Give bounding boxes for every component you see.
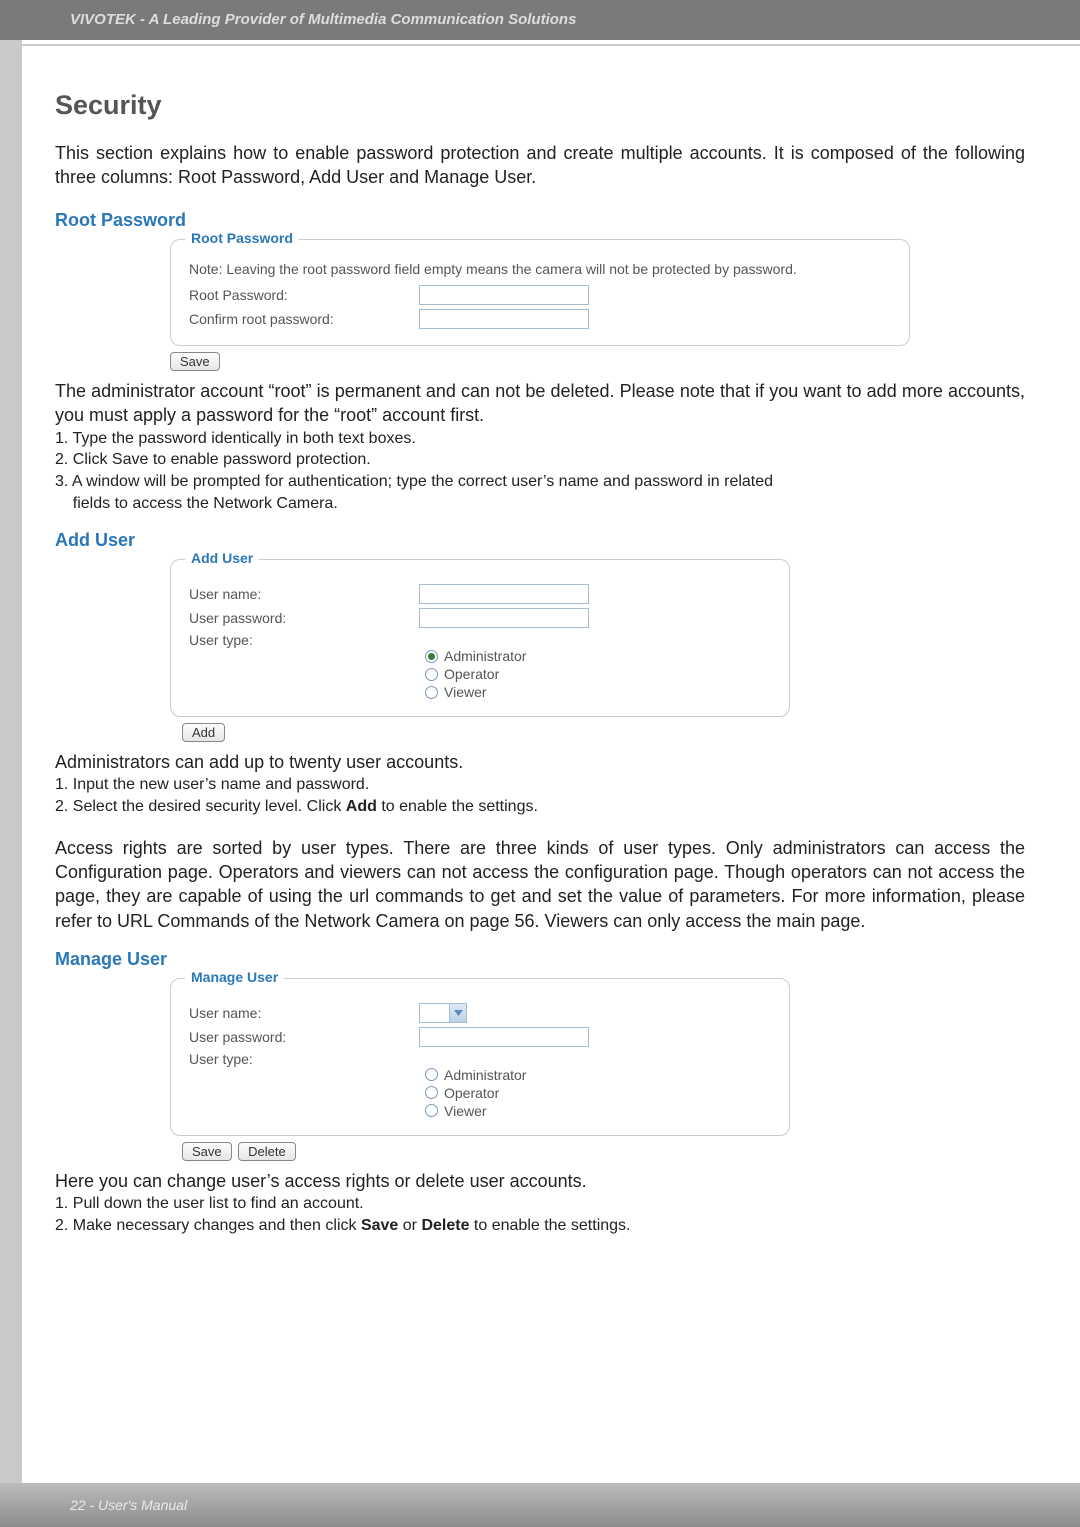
manage-user-type-label: User type: (189, 1051, 419, 1067)
confirm-root-password-label: Confirm root password: (189, 311, 419, 327)
footer-page-number: 22 - User's Manual (70, 1497, 187, 1513)
add-user-radio-operator-label: Operator (444, 666, 499, 682)
add-user-radio-viewer[interactable] (425, 686, 438, 699)
root-password-after-text: The administrator account “root” is perm… (55, 379, 1025, 428)
section-title-root-password: Root Password (55, 210, 1025, 231)
manage-user-step-1: 1. Pull down the user list to find an ac… (55, 1193, 1025, 1215)
add-user-radio-administrator[interactable] (425, 650, 438, 663)
manage-user-radio-operator[interactable] (425, 1086, 438, 1099)
chevron-down-icon (449, 1004, 466, 1022)
manage-user-delete-button[interactable]: Delete (238, 1142, 296, 1161)
root-password-step-3a: 3. A window will be prompted for authent… (55, 471, 1025, 493)
manage-user-desc: Here you can change user’s access rights… (55, 1169, 1025, 1193)
manage-user-save-button[interactable]: Save (182, 1142, 232, 1161)
add-user-password-input[interactable] (419, 608, 589, 628)
access-rights-paragraph: Access rights are sorted by user types. … (55, 836, 1025, 933)
manage-user-fieldset: Manage User User name: User password: (170, 978, 790, 1136)
intro-paragraph: This section explains how to enable pass… (55, 141, 1025, 190)
root-password-step-2: 2. Click Save to enable password protect… (55, 449, 1025, 471)
add-user-step-2: 2. Select the desired security level. Cl… (55, 796, 1025, 818)
manage-user-frame: Manage User User name: User password: (170, 978, 790, 1136)
add-user-legend: Add User (185, 550, 259, 566)
root-password-label: Root Password: (189, 287, 419, 303)
root-password-step-3b: fields to access the Network Camera. (55, 493, 1025, 515)
add-user-name-input[interactable] (419, 584, 589, 604)
root-password-step-1: 1. Type the password identically in both… (55, 428, 1025, 450)
section-title-manage-user: Manage User (55, 949, 1025, 970)
footer-bar: 22 - User's Manual (0, 1483, 1080, 1527)
page-title: Security (55, 90, 1025, 121)
add-user-frame: Add User User name: User password: User … (170, 559, 790, 717)
content-area: Security This section explains how to en… (55, 90, 1025, 1236)
root-password-save-button[interactable]: Save (170, 352, 220, 371)
add-user-step-1: 1. Input the new user’s name and passwor… (55, 774, 1025, 796)
manage-user-password-label: User password: (189, 1029, 419, 1045)
manage-user-radio-viewer[interactable] (425, 1104, 438, 1117)
add-user-name-label: User name: (189, 586, 419, 602)
root-password-note: Note: Leaving the root password field em… (189, 260, 891, 280)
root-password-legend: Root Password (185, 230, 299, 246)
root-password-fieldset: Root Password Note: Leaving the root pas… (170, 239, 910, 347)
add-user-type-label: User type: (189, 632, 419, 648)
add-user-add-button[interactable]: Add (182, 723, 225, 742)
header-brand-text: VIVOTEK - A Leading Provider of Multimed… (70, 11, 576, 28)
manage-user-radio-viewer-label: Viewer (444, 1103, 487, 1119)
page-root: VIVOTEK - A Leading Provider of Multimed… (0, 0, 1080, 1527)
left-margin-stripe (0, 0, 22, 1527)
root-password-input[interactable] (419, 285, 589, 305)
add-user-password-label: User password: (189, 610, 419, 626)
manage-user-name-label: User name: (189, 1005, 419, 1021)
add-user-radio-administrator-label: Administrator (444, 648, 526, 664)
manage-user-name-select[interactable] (419, 1003, 467, 1023)
manage-user-legend: Manage User (185, 969, 284, 985)
manage-user-radio-administrator-label: Administrator (444, 1067, 526, 1083)
section-title-add-user: Add User (55, 530, 1025, 551)
add-user-radio-viewer-label: Viewer (444, 684, 487, 700)
root-password-frame: Root Password Note: Leaving the root pas… (170, 239, 910, 347)
header-separator (0, 44, 1080, 46)
confirm-root-password-input[interactable] (419, 309, 589, 329)
manage-user-radio-administrator[interactable] (425, 1068, 438, 1081)
add-user-fieldset: Add User User name: User password: User … (170, 559, 790, 717)
manage-user-step-2: 2. Make necessary changes and then click… (55, 1215, 1025, 1237)
add-user-radio-operator[interactable] (425, 668, 438, 681)
manage-user-radio-operator-label: Operator (444, 1085, 499, 1101)
manage-user-password-input[interactable] (419, 1027, 589, 1047)
add-user-desc: Administrators can add up to twenty user… (55, 750, 1025, 774)
